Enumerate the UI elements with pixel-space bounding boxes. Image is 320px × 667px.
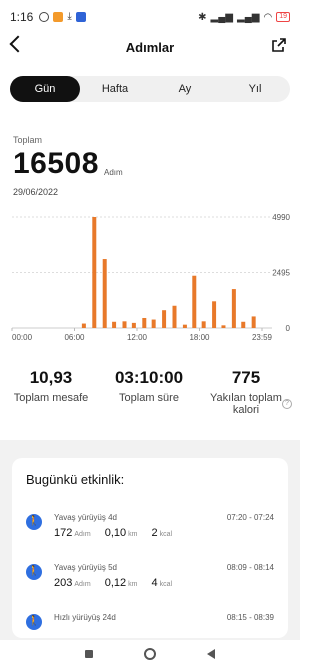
app-notification-icon-2: [75, 12, 86, 22]
walking-icon: 🚶: [26, 614, 42, 630]
activity-title: Bugünkü etkinlik:: [26, 472, 125, 487]
stat-distance: 10,93 Toplam mesafe: [6, 368, 96, 404]
status-bar: 1:16 ⤓ ✱ ▂▄▆ ▂▄▆ ◠ 19: [0, 0, 300, 34]
status-time: 1:16: [10, 10, 34, 24]
activity-item[interactable]: 🚶 Hızlı yürüyüş 24d 08:15 - 08:39: [12, 608, 288, 638]
activity-time: 08:15 - 08:39: [226, 613, 274, 622]
chart-bar[interactable]: [142, 317, 147, 328]
chart-bar[interactable]: [231, 289, 236, 328]
activity-name: Yavaş yürüyüş 5d: [54, 563, 117, 572]
chart-bar[interactable]: [102, 259, 107, 328]
app-notification-icon: [53, 12, 64, 22]
activity-item[interactable]: 🚶 Yavaş yürüyüş 5d 08:09 - 08:14 203 Adı…: [12, 558, 288, 606]
recents-button[interactable]: [85, 649, 94, 658]
notification-icons: ⤓: [39, 11, 86, 22]
system-icons: ✱ ▂▄▆ ▂▄▆ ◠ 19: [198, 12, 290, 23]
walking-icon: 🚶: [26, 564, 42, 580]
activity-distance-unit: km: [128, 581, 138, 588]
chart-bar[interactable]: [122, 321, 127, 328]
activity-time: 08:09 - 08:14: [226, 563, 274, 572]
activity-calories: 2: [151, 527, 158, 539]
summary-date: 29/06/2022: [13, 187, 59, 197]
stat-calories-label: Yakılan toplam kalori: [210, 392, 282, 416]
activity-distance: 0,12: [104, 577, 127, 589]
total-steps: 16508: [13, 147, 99, 180]
chart-bar[interactable]: [81, 323, 86, 328]
walking-icon: 🚶: [26, 514, 42, 530]
chart-bar[interactable]: [151, 319, 156, 328]
total-label: Toplam: [13, 135, 43, 145]
chart-bar[interactable]: [201, 321, 206, 328]
info-icon[interactable]: ?: [282, 399, 292, 409]
battery-icon: 19: [276, 12, 290, 22]
stat-calories-value: 775: [231, 368, 261, 387]
x-tick-label: 06:00: [64, 333, 85, 342]
chart-bar[interactable]: [131, 322, 136, 328]
signal-icon-2: ▂▄▆: [237, 11, 260, 23]
activity-name: Hızlı yürüyüş 24d: [54, 613, 116, 622]
x-tick-label: 00:00: [12, 333, 33, 342]
chart-bar[interactable]: [221, 325, 226, 328]
x-tick-label: 23:59: [252, 333, 273, 342]
app-header: Adımlar: [0, 34, 300, 60]
steps-bar-chart: 4990 2495 0 00:00 06:00 12:00 18:00 23:59: [11, 213, 291, 342]
x-tick-label: 18:00: [189, 333, 210, 342]
activity-metrics: 172 Adım 0,10 km 2 kcal: [54, 527, 184, 539]
page-title: Adımlar: [125, 40, 175, 55]
chart-bar[interactable]: [212, 301, 217, 328]
chart-bar[interactable]: [251, 316, 256, 328]
activity-calories-unit: kcal: [159, 531, 173, 538]
chart-bar[interactable]: [192, 275, 197, 328]
period-tabs: Gün Hafta Ay Yıl: [10, 76, 290, 102]
stat-calories: 775 Yakılan toplam kalori: [198, 368, 294, 416]
activity-distance-unit: km: [128, 531, 138, 538]
chart-bar[interactable]: [182, 324, 187, 328]
activity-steps: 203: [54, 577, 73, 589]
signal-icon: ▂▄▆: [210, 11, 233, 23]
steps-unit: Adım: [104, 168, 123, 177]
activity-steps: 172: [54, 527, 73, 539]
system-nav-bar: [0, 640, 300, 667]
activity-calories-unit: kcal: [159, 581, 173, 588]
activity-calories: 4: [151, 577, 158, 589]
y-tick-label: 0: [286, 324, 291, 333]
back-button[interactable]: [206, 648, 215, 659]
y-tick-label: 2495: [272, 269, 290, 278]
share-icon[interactable]: [272, 38, 286, 52]
tab-week[interactable]: Hafta: [80, 76, 150, 102]
activity-item[interactable]: 🚶 Yavaş yürüyüş 4d 07:20 - 07:24 172 Adı…: [12, 508, 288, 556]
bluetooth-icon: ✱: [198, 11, 207, 23]
activity-steps-unit: Adım: [74, 531, 91, 538]
activity-card: Bugünkü etkinlik: 🚶 Yavaş yürüyüş 4d 07:…: [12, 458, 288, 638]
activity-metrics: 203 Adım 0,12 km 4 kcal: [54, 577, 184, 589]
stat-duration-value: 03:10:00: [114, 368, 184, 387]
y-tick-label: 4990: [272, 213, 290, 222]
chart-bar[interactable]: [172, 305, 177, 328]
download-icon: ⤓: [67, 11, 72, 22]
stat-distance-label: Toplam mesafe: [13, 392, 89, 404]
home-button[interactable]: [143, 647, 156, 660]
tab-day[interactable]: Gün: [10, 76, 80, 102]
activity-name: Yavaş yürüyüş 4d: [54, 513, 117, 522]
chart-bar[interactable]: [241, 321, 246, 328]
activity-time: 07:20 - 07:24: [226, 513, 274, 522]
chart-bar[interactable]: [112, 321, 117, 328]
activity-distance: 0,10: [104, 527, 127, 539]
x-tick-label: 12:00: [127, 333, 148, 342]
stat-distance-value: 10,93: [29, 368, 73, 387]
wifi-icon: ◠: [263, 11, 273, 23]
tab-month[interactable]: Ay: [150, 76, 220, 102]
activity-steps-unit: Adım: [74, 581, 91, 588]
chart-bar[interactable]: [162, 310, 167, 328]
stat-duration: 03:10:00 Toplam süre: [104, 368, 194, 404]
stat-duration-label: Toplam süre: [119, 392, 179, 404]
chart-bar[interactable]: [92, 217, 97, 328]
tab-year[interactable]: Yıl: [220, 76, 290, 102]
alarm-icon: [39, 12, 50, 22]
